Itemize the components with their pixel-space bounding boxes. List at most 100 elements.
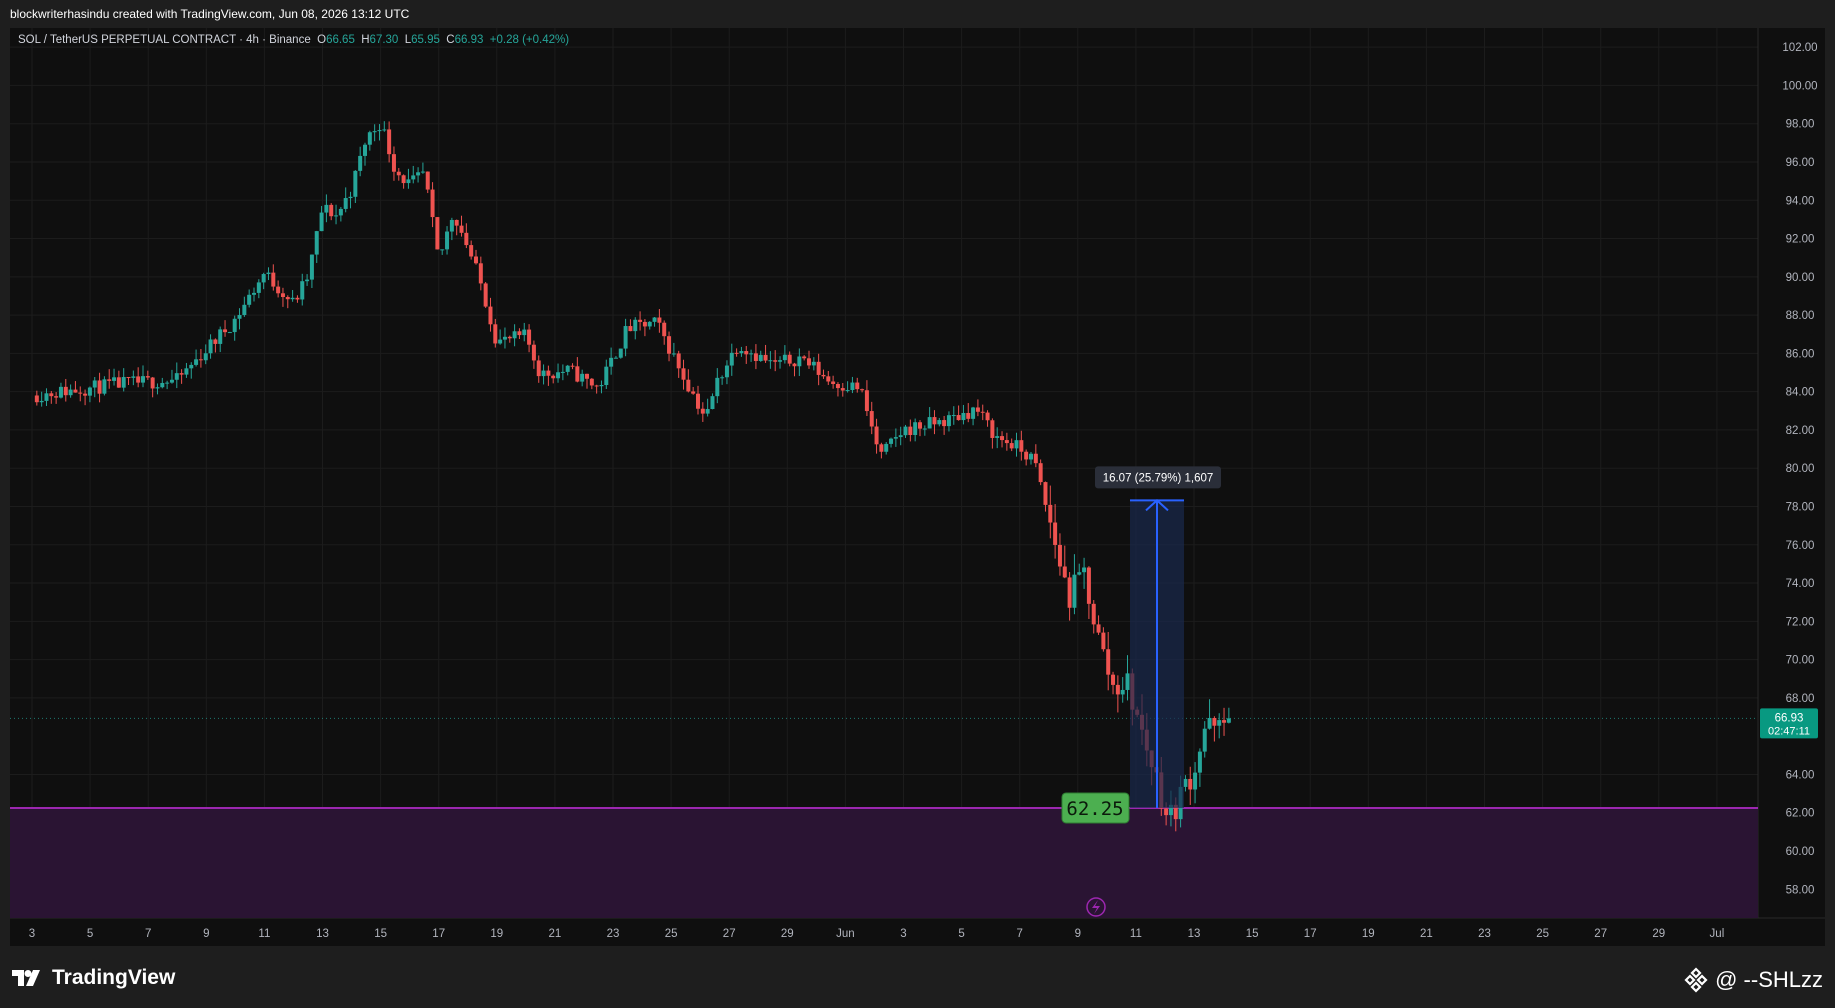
candle-body bbox=[686, 379, 691, 392]
candlestick-chart[interactable]: 16.07 (25.79%) 1,60762.25 102.00100.0098… bbox=[0, 0, 1835, 946]
candle-body bbox=[942, 420, 947, 427]
time-tick-label: 25 bbox=[665, 928, 678, 940]
candle-body bbox=[372, 131, 377, 133]
support-zone bbox=[10, 806, 1758, 918]
tradingview-logo[interactable]: TradingView bbox=[12, 964, 175, 992]
candle-body bbox=[261, 274, 266, 283]
candle-body bbox=[667, 336, 672, 354]
candle-body bbox=[599, 385, 604, 387]
candle-body bbox=[840, 388, 845, 391]
candle-body bbox=[671, 353, 676, 355]
candle-body bbox=[985, 412, 990, 421]
candle-body bbox=[1053, 522, 1058, 545]
candle-body bbox=[893, 437, 898, 439]
candle-body bbox=[884, 443, 889, 452]
candle-body bbox=[1014, 440, 1019, 449]
candle-body bbox=[831, 381, 836, 385]
candle-body bbox=[150, 377, 155, 389]
candle-body bbox=[78, 392, 83, 394]
candle-body bbox=[913, 422, 918, 436]
candle-body bbox=[811, 361, 816, 366]
candle-body bbox=[927, 417, 932, 429]
candle-body bbox=[49, 393, 54, 397]
open-label: O bbox=[317, 34, 327, 46]
candle-body bbox=[387, 129, 392, 155]
candle-body bbox=[488, 306, 493, 325]
candle-body bbox=[845, 390, 850, 392]
candle-body bbox=[869, 411, 874, 427]
time-tick-label: 25 bbox=[1536, 928, 1549, 940]
candle-body bbox=[435, 217, 440, 250]
price-tick-label: 98.00 bbox=[1786, 119, 1815, 131]
candle-body bbox=[305, 279, 310, 282]
candle-body bbox=[440, 249, 445, 251]
time-tick-label: 7 bbox=[145, 928, 151, 940]
candle-body bbox=[980, 411, 985, 413]
candle-body bbox=[218, 329, 223, 344]
candle-body bbox=[744, 351, 749, 355]
candle-body bbox=[271, 272, 276, 287]
candle-body bbox=[112, 377, 117, 381]
time-tick-label: 17 bbox=[1304, 928, 1317, 940]
candle-body bbox=[966, 412, 971, 419]
support-zone-fill bbox=[10, 807, 1758, 918]
candle-body bbox=[551, 375, 556, 379]
time-tick-label: 27 bbox=[1594, 928, 1607, 940]
change-value: +0.28 (+0.42%) bbox=[489, 34, 570, 46]
time-tick-label: 15 bbox=[374, 928, 387, 940]
candle-body bbox=[1120, 689, 1125, 695]
time-tick-label: 21 bbox=[549, 928, 562, 940]
candle-body bbox=[174, 373, 179, 380]
candle-body bbox=[73, 389, 78, 393]
price-tick-label: 74.00 bbox=[1786, 578, 1815, 590]
candle-body bbox=[445, 231, 450, 250]
candle-body bbox=[498, 339, 503, 344]
candle-body bbox=[531, 344, 536, 361]
candle-body bbox=[97, 380, 102, 394]
candle-body bbox=[314, 231, 319, 255]
time-tick-label: 29 bbox=[1652, 928, 1665, 940]
candle-body bbox=[449, 219, 454, 232]
candle-body bbox=[657, 317, 662, 323]
candle-body bbox=[126, 377, 131, 379]
candle-body bbox=[140, 376, 145, 383]
candle-body bbox=[353, 170, 358, 197]
candle-body bbox=[575, 366, 580, 382]
candle-body bbox=[83, 393, 88, 396]
candle-body bbox=[213, 339, 218, 344]
candle-body bbox=[237, 315, 242, 319]
candle-body bbox=[116, 377, 121, 388]
price-tick-label: 62.00 bbox=[1786, 808, 1815, 820]
candle-body bbox=[826, 376, 831, 382]
candle-body bbox=[1086, 567, 1091, 604]
candle-body bbox=[1217, 720, 1222, 726]
candle-body bbox=[493, 324, 498, 344]
candle-body bbox=[256, 282, 261, 293]
candle-body bbox=[430, 189, 435, 218]
candle-body bbox=[1183, 778, 1188, 787]
candle-body bbox=[382, 129, 387, 131]
candles bbox=[34, 121, 1231, 832]
price-tick-label: 88.00 bbox=[1786, 310, 1815, 322]
candle-body bbox=[411, 175, 416, 180]
time-tick-label: Jun bbox=[836, 928, 855, 940]
price-tick-label: 82.00 bbox=[1786, 425, 1815, 437]
candle-body bbox=[92, 380, 97, 388]
time-tick-label: Jul bbox=[1710, 928, 1725, 940]
candle-body bbox=[729, 352, 734, 366]
candle-body bbox=[367, 132, 372, 145]
candle-body bbox=[68, 389, 73, 396]
candle-body bbox=[324, 204, 329, 213]
candle-body bbox=[975, 407, 980, 412]
candle-body bbox=[242, 304, 247, 316]
time-tick-label: 19 bbox=[1362, 928, 1375, 940]
binance-icon bbox=[1684, 967, 1708, 993]
candle-body bbox=[478, 263, 483, 284]
candle-body bbox=[1226, 718, 1231, 723]
candle-body bbox=[473, 256, 478, 264]
candle-body bbox=[454, 219, 459, 226]
candle-body bbox=[1057, 544, 1062, 567]
candle-body bbox=[990, 420, 995, 438]
candle-body bbox=[1115, 684, 1120, 695]
candle-body bbox=[1207, 717, 1212, 729]
